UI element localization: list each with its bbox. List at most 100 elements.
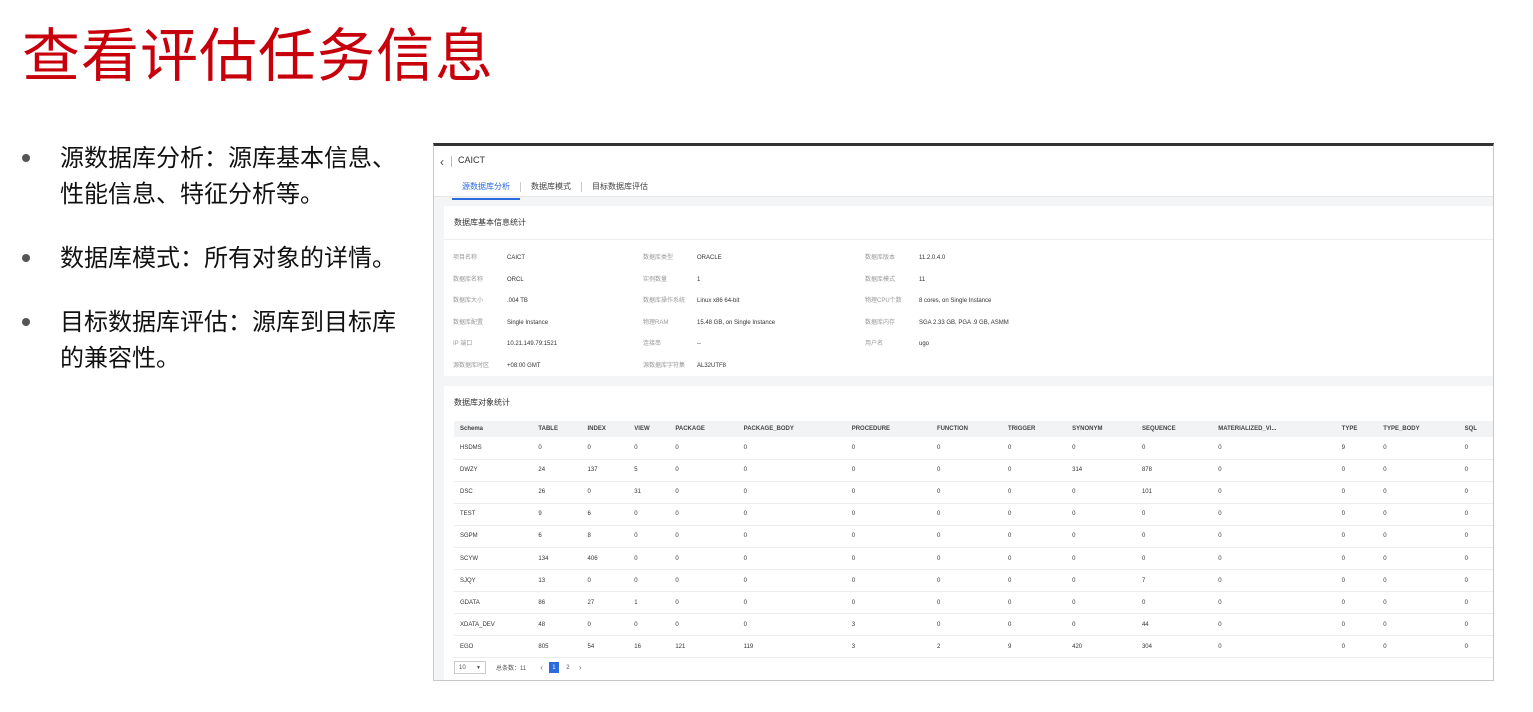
table-cell: 0 xyxy=(1335,635,1378,659)
table-cell: 0 xyxy=(845,459,931,482)
table-row: GDATA 86 27 1 0 0 0 0 0 0 0 0 0 0 0 xyxy=(454,591,1493,615)
table-cell: 0 xyxy=(669,437,738,460)
table-cell: 0 xyxy=(1066,613,1136,637)
table-cell: 0 xyxy=(737,525,846,548)
table-cell: 314 xyxy=(1066,459,1136,482)
table-cell: 48 xyxy=(532,613,582,637)
info-value: Linux x86 64-bit xyxy=(697,298,740,305)
table-cell: 0 xyxy=(1002,437,1067,460)
table-cell: 8 xyxy=(581,525,629,548)
table-cell: 0 xyxy=(930,591,1003,615)
table-cell: 0 xyxy=(1377,481,1459,504)
page-button-1[interactable]: 1 xyxy=(548,662,559,673)
table-cell: 134 xyxy=(532,547,582,571)
column-header: SYNONYM xyxy=(1066,421,1136,437)
column-header: TYPE xyxy=(1335,421,1378,437)
table-cell: 54 xyxy=(581,635,629,659)
column-header: TRIGGER xyxy=(1002,421,1067,437)
table-cell: 0 xyxy=(737,481,846,504)
table-cell: 0 xyxy=(669,525,738,548)
table-cell: 3 xyxy=(845,613,931,637)
table-cell: 0 xyxy=(1066,547,1136,571)
table-row: XDATA_DEV 48 0 0 0 0 3 0 0 0 44 0 0 0 0 xyxy=(454,613,1493,637)
info-key: 源数据库时区 xyxy=(453,363,490,369)
table-cell: 0 xyxy=(1212,591,1336,615)
total-count: 总条数：11 xyxy=(496,666,527,672)
page-button-2[interactable]: 2 xyxy=(563,662,573,673)
table-cell: 0 xyxy=(1066,525,1136,548)
tab-source-analysis[interactable]: 源数据库分析 xyxy=(452,181,520,200)
table-cell: GDATA xyxy=(454,591,533,615)
info-key: 用户名 xyxy=(865,341,884,348)
table-cell: 0 xyxy=(1458,503,1493,526)
table-cell: 0 xyxy=(1377,591,1459,615)
page-size-value: 10 xyxy=(459,664,466,671)
table-cell: 0 xyxy=(628,547,670,571)
info-value: SGA 2.33 GB, PGA .9 GB, ASMM xyxy=(919,319,1009,326)
table-cell: 0 xyxy=(1335,459,1378,482)
table-cell: 0 xyxy=(1377,459,1459,482)
table-row: DSC 26 0 31 0 0 0 0 0 0 101 0 0 0 0 xyxy=(454,481,1493,504)
info-value: CAICT xyxy=(507,255,525,261)
table-cell: 0 xyxy=(1458,547,1493,571)
table-cell: 0 xyxy=(581,569,629,593)
table-cell: 0 xyxy=(628,437,670,460)
info-value: -- xyxy=(697,341,701,348)
info-key: 数据库大小 xyxy=(453,298,484,305)
table-cell: 0 xyxy=(1377,547,1459,571)
table-cell: 137 xyxy=(581,459,629,482)
tab-target-assessment[interactable]: 目标数据库评估 xyxy=(582,181,658,197)
table-cell: 0 xyxy=(1458,459,1493,482)
table-row: SGPM 6 8 0 0 0 0 0 0 0 0 0 0 0 0 xyxy=(454,525,1493,548)
table-cell: 0 xyxy=(1135,437,1213,460)
table-cell: 0 xyxy=(1212,525,1336,548)
table-cell: 0 xyxy=(737,591,846,615)
table-cell: EGO xyxy=(454,635,533,659)
chevron-left-icon[interactable]: ‹ xyxy=(440,155,444,169)
info-item: 数据库类型 ORACLE xyxy=(643,252,722,261)
table-cell: 0 xyxy=(1458,437,1493,460)
info-value: 10.21.149.79:1521 xyxy=(507,341,558,348)
info-item: 数据库版本 11.2.0.4.0 xyxy=(865,252,945,261)
prev-page-icon[interactable]: ‹ xyxy=(540,663,543,672)
table-cell: 0 xyxy=(1458,525,1493,548)
table-cell: 0 xyxy=(1335,481,1378,504)
project-name: CAICT xyxy=(458,155,485,165)
info-value: AL32UTF8 xyxy=(697,363,727,369)
page-size-select[interactable]: 10 ▼ xyxy=(454,661,486,674)
info-item: 项目名称 CAICT xyxy=(453,252,525,261)
table-cell: 0 xyxy=(737,547,846,571)
table-cell: 0 xyxy=(581,613,629,637)
info-key: 物理RAM xyxy=(643,319,669,326)
info-key: 数据库模式 xyxy=(865,276,896,283)
table-cell: 304 xyxy=(1135,635,1213,659)
table-cell: 9 xyxy=(1002,635,1067,659)
table-cell: 0 xyxy=(1002,459,1067,482)
table-cell: 0 xyxy=(669,547,738,571)
column-header: TABLE xyxy=(532,421,582,437)
table-cell: 0 xyxy=(581,437,629,460)
table-cell: 0 xyxy=(930,569,1003,593)
info-value: 11 xyxy=(919,276,926,283)
table-cell: 31 xyxy=(628,481,670,504)
table-cell: 0 xyxy=(737,459,846,482)
table-cell: 0 xyxy=(1377,437,1459,460)
table-cell: 0 xyxy=(930,525,1003,548)
table-cell: 0 xyxy=(669,591,738,615)
table-cell: 0 xyxy=(1002,569,1067,593)
table-cell: 2 xyxy=(930,635,1003,659)
table-cell: 0 xyxy=(930,613,1003,637)
info-item: 源数据库时区 +08:00 GMT xyxy=(453,360,541,369)
info-item: 物理CPU个数 8 cores, on Single Instance xyxy=(865,295,991,304)
table-cell: 9 xyxy=(532,503,582,526)
info-value: ORCL xyxy=(507,276,524,283)
column-header: PROCEDURE xyxy=(845,421,931,437)
table-cell: 0 xyxy=(1212,481,1336,504)
tab-db-schema[interactable]: 数据库模式 xyxy=(521,181,581,197)
table-cell: 0 xyxy=(628,569,670,593)
next-page-icon[interactable]: › xyxy=(579,663,582,672)
info-key: 数据库配置 xyxy=(453,319,484,326)
table-cell: 0 xyxy=(845,525,931,548)
info-value: 15.48 GB, on Single Instance xyxy=(697,319,776,326)
table-cell: 0 xyxy=(1212,569,1336,593)
